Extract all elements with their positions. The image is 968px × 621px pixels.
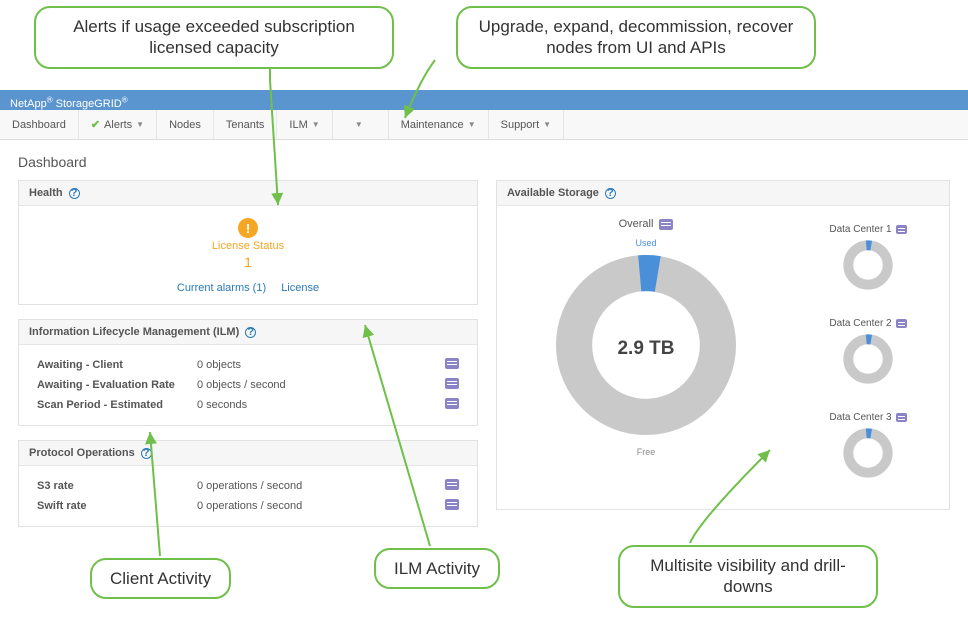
callout-maintenance: Upgrade, expand, decommission, recover n… — [456, 6, 816, 69]
help-icon[interactable]: ? — [245, 327, 256, 338]
dc-label: Data Center 3 — [829, 412, 891, 423]
nav-ilm[interactable]: ILM ▼ — [277, 110, 332, 139]
nav-support[interactable]: Support▼ — [489, 110, 564, 139]
dc-label: Data Center 1 — [829, 224, 891, 235]
ilm-panel: Information Lifecycle Management (ILM) ?… — [18, 319, 478, 426]
nav-obscured[interactable]: n▼ — [333, 110, 389, 139]
overall-donut-chart[interactable]: 2.9 TB — [551, 250, 741, 440]
nav-tenants[interactable]: Tenants — [214, 110, 278, 139]
ilm-header: Information Lifecycle Management (ILM) ? — [19, 320, 477, 345]
link-current-alarms[interactable]: Current alarms (1) — [177, 282, 266, 294]
protocol-header: Protocol Operations ? — [19, 441, 477, 466]
chart-icon[interactable] — [896, 319, 907, 328]
table-row: Awaiting - Client 0 objects — [31, 355, 465, 375]
caret-down-icon: ▼ — [136, 120, 144, 129]
metric-label: Awaiting - Client — [31, 355, 191, 375]
protocol-title: Protocol Operations — [29, 447, 135, 459]
overall-label: Overall — [619, 218, 654, 230]
callout-license-alerts: Alerts if usage exceeded subscription li… — [34, 6, 394, 69]
nav-nodes[interactable]: Nodes — [157, 110, 214, 139]
free-label: Free — [513, 447, 779, 457]
metric-value: 0 objects / second — [191, 375, 409, 395]
used-label: Used — [513, 238, 779, 248]
brand-text: NetApp® StorageGRID® — [10, 98, 128, 110]
table-row: S3 rate 0 operations / second — [31, 476, 465, 496]
nav-alerts-label: Alerts — [104, 119, 132, 131]
metric-label: Scan Period - Estimated — [31, 395, 191, 415]
storage-panel: Available Storage ? Overall Used 2.9 TB … — [496, 180, 950, 510]
nav-dashboard-label: Dashboard — [12, 119, 66, 131]
table-row: Swift rate 0 operations / second — [31, 496, 465, 516]
chart-icon[interactable] — [896, 225, 907, 234]
check-icon: ✔ — [91, 118, 100, 131]
health-header: Health ? — [19, 181, 477, 206]
chart-icon[interactable] — [445, 378, 459, 389]
storage-header: Available Storage ? — [497, 181, 949, 206]
license-status-label[interactable]: License Status — [19, 240, 477, 252]
storage-title: Available Storage — [507, 187, 599, 199]
metric-label: Awaiting - Evaluation Rate — [31, 375, 191, 395]
nav-maintenance-label: Maintenance — [401, 119, 464, 131]
caret-down-icon: ▼ — [355, 120, 363, 129]
caret-down-icon: ▼ — [312, 120, 320, 129]
chart-icon[interactable] — [659, 219, 673, 230]
chart-icon[interactable] — [445, 499, 459, 510]
datacenter-item[interactable]: Data Center 3 — [803, 412, 933, 482]
protocol-metrics-table: S3 rate 0 operations / second Swift rate… — [31, 476, 465, 516]
protocol-panel: Protocol Operations ? S3 rate 0 operatio… — [18, 440, 478, 527]
link-license[interactable]: License — [281, 282, 319, 294]
metric-label: Swift rate — [31, 496, 191, 516]
license-status-count: 1 — [19, 254, 477, 270]
datacenter-item[interactable]: Data Center 1 — [803, 224, 933, 294]
donut-center-value: 2.9 TB — [618, 338, 675, 359]
dc-label: Data Center 2 — [829, 318, 891, 329]
chart-icon[interactable] — [445, 358, 459, 369]
nav-obscured-label: n — [345, 119, 351, 131]
page-title: Dashboard — [0, 140, 968, 180]
table-row: Scan Period - Estimated 0 seconds — [31, 395, 465, 415]
nav-alerts[interactable]: ✔ Alerts ▼ — [79, 110, 157, 139]
health-title: Health — [29, 187, 63, 199]
callout-multisite: Multisite visibility and drill-downs — [618, 545, 878, 608]
metric-label: S3 rate — [31, 476, 191, 496]
callout-ilm-activity: ILM Activity — [374, 548, 500, 589]
metric-value: 0 operations / second — [191, 476, 415, 496]
callout-client-activity: Client Activity — [90, 558, 231, 599]
chart-icon[interactable] — [896, 413, 907, 422]
nav-support-label: Support — [501, 119, 540, 131]
chart-icon[interactable] — [445, 398, 459, 409]
table-row: Awaiting - Evaluation Rate 0 objects / s… — [31, 375, 465, 395]
help-icon[interactable]: ? — [605, 188, 616, 199]
datacenter-item[interactable]: Data Center 2 — [803, 318, 933, 388]
main-nav: Dashboard ✔ Alerts ▼ Nodes Tenants ILM▼ … — [0, 110, 968, 140]
nav-nodes-label: Nodes — [169, 119, 201, 131]
metric-value: 0 seconds — [191, 395, 409, 415]
nav-maintenance[interactable]: Maintenance ▼ — [389, 110, 489, 139]
nav-ilm-label: ILM — [289, 119, 307, 131]
health-panel: Health ? ! License Status 1 Current alar… — [18, 180, 478, 305]
ilm-title: Information Lifecycle Management (ILM) — [29, 326, 239, 338]
nav-tenants-label: Tenants — [226, 119, 265, 131]
warning-icon[interactable]: ! — [238, 218, 258, 238]
dc-donut-chart — [842, 333, 894, 385]
caret-down-icon: ▼ — [468, 120, 476, 129]
metric-value: 0 operations / second — [191, 496, 415, 516]
ilm-metrics-table: Awaiting - Client 0 objects Awaiting - E… — [31, 355, 465, 415]
help-icon[interactable]: ? — [69, 188, 80, 199]
brand-bar: NetApp® StorageGRID® — [0, 90, 968, 110]
chart-icon[interactable] — [445, 479, 459, 490]
metric-value: 0 objects — [191, 355, 409, 375]
nav-dashboard[interactable]: Dashboard — [0, 110, 79, 139]
caret-down-icon: ▼ — [543, 120, 551, 129]
help-icon[interactable]: ? — [141, 448, 152, 459]
dc-donut-chart — [842, 427, 894, 479]
dc-donut-chart — [842, 239, 894, 291]
